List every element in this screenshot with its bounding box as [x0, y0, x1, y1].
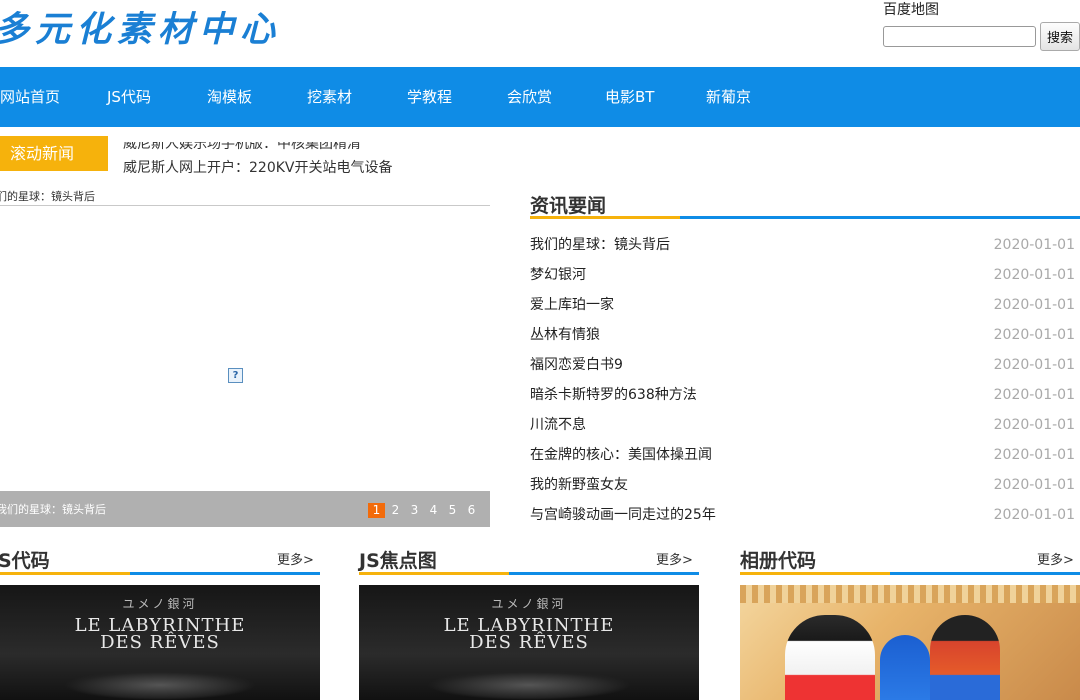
- news-item-date: 2020-01-01: [993, 237, 1075, 253]
- news-item-date: 2020-01-01: [993, 357, 1075, 373]
- thumbnail-image[interactable]: ユメノ銀河 LE LABYRINTHE DES RÊVES: [359, 585, 699, 700]
- ticker-item[interactable]: 威尼斯人网上开户：220KV开关站电气设备: [123, 158, 392, 178]
- section-title-album: 相册代码: [740, 550, 817, 572]
- slider-pager: 1 2 3 4 5 6: [368, 503, 482, 518]
- list-item: 福冈恋爱白书9 2020-01-01: [530, 350, 1075, 380]
- slider-caption-bar: 我们的星球：镜头背后 1 2 3 4 5 6: [0, 491, 490, 527]
- search-box: 百度地图 搜索: [883, 0, 1080, 51]
- news-item-title[interactable]: 我的新野蛮女友: [530, 470, 628, 500]
- poster-figure: [880, 635, 930, 700]
- baidu-map-link[interactable]: 百度地图: [883, 0, 1080, 20]
- thumbnail-image[interactable]: ユメノ銀河 LE LABYRINTHE DES RÊVES: [0, 585, 320, 700]
- site-logo[interactable]: 多元化素材中心: [0, 8, 281, 52]
- slide-divider: [0, 205, 490, 206]
- news-item-title[interactable]: 梦幻银河: [530, 260, 586, 290]
- pager-button[interactable]: 5: [444, 503, 461, 518]
- list-item: 我们的星球：镜头背后 2020-01-01: [530, 230, 1075, 260]
- news-item-title[interactable]: 我们的星球：镜头背后: [530, 230, 670, 260]
- pager-button[interactable]: 2: [387, 503, 404, 518]
- list-item: 暗杀卡斯特罗的638种方法 2020-01-01: [530, 380, 1075, 410]
- poster-figure: [64, 670, 256, 700]
- poster-en-title: LE LABYRINTHE DES RÊVES: [0, 617, 320, 653]
- slide-caption[interactable]: 我们的星球：镜头背后: [0, 501, 106, 517]
- more-link[interactable]: 更多>: [656, 549, 693, 568]
- list-item: 在金牌的核心：美国体操丑闻 2020-01-01: [530, 440, 1075, 470]
- section-title-js-focus: JS焦点图: [359, 550, 437, 572]
- more-link[interactable]: 更多>: [1037, 549, 1074, 568]
- news-item-date: 2020-01-01: [993, 297, 1075, 313]
- list-item: 川流不息 2020-01-01: [530, 410, 1075, 440]
- pager-button[interactable]: 3: [406, 503, 423, 518]
- poster-en-line: DES RÊVES: [469, 632, 589, 653]
- nav-item-movie-bt[interactable]: 电影BT: [605, 67, 654, 127]
- search-button[interactable]: 搜索: [1040, 22, 1080, 51]
- news-item-title[interactable]: 暗杀卡斯特罗的638种方法: [530, 380, 697, 410]
- main-nav: 网站首页 JS代码 淘模板 挖素材 学教程 会欣赏 电影BT 新葡京: [0, 67, 1080, 127]
- news-item-date: 2020-01-01: [993, 477, 1075, 493]
- list-item: 梦幻银河 2020-01-01: [530, 260, 1075, 290]
- broken-image-icon[interactable]: ?: [228, 368, 243, 383]
- pager-button[interactable]: 6: [463, 503, 480, 518]
- section-underline: [509, 572, 699, 575]
- news-item-title[interactable]: 丛林有情狼: [530, 320, 600, 350]
- nav-item-casino[interactable]: 新葡京: [706, 67, 751, 127]
- more-link[interactable]: 更多>: [277, 549, 314, 568]
- news-item-date: 2020-01-01: [993, 327, 1075, 343]
- nav-item-js-code[interactable]: JS代码: [107, 67, 151, 127]
- poster-jp-title: ユメノ銀河: [122, 597, 198, 611]
- ticker-label: 滚动新闻: [0, 136, 108, 171]
- section-underline-accent: [740, 572, 890, 575]
- poster-en-line: DES RÊVES: [100, 632, 220, 653]
- news-item-title[interactable]: 川流不息: [530, 410, 586, 440]
- section-underline: [130, 572, 320, 575]
- news-title-underline-accent: [530, 216, 680, 219]
- news-item-date: 2020-01-01: [993, 417, 1075, 433]
- slide-caption-top[interactable]: 们的星球：镜头背后: [0, 188, 95, 204]
- poster-en-title: LE LABYRINTHE DES RÊVES: [359, 617, 699, 653]
- news-item-date: 2020-01-01: [993, 267, 1075, 283]
- search-row: 搜索: [883, 22, 1080, 51]
- nav-item-appreciation[interactable]: 会欣赏: [507, 67, 552, 127]
- ticker-item[interactable]: 威尼斯人娱乐场手机版：中核集团精清: [123, 142, 361, 154]
- news-item-title[interactable]: 爱上库珀一家: [530, 290, 614, 320]
- nav-item-tutorials[interactable]: 学教程: [407, 67, 452, 127]
- poster-figure: [930, 615, 1000, 700]
- poster-figure: [785, 615, 875, 700]
- list-item: 我的新野蛮女友 2020-01-01: [530, 470, 1075, 500]
- pager-button[interactable]: 4: [425, 503, 442, 518]
- news-item-date: 2020-01-01: [993, 387, 1075, 403]
- poster-figure: [427, 670, 631, 700]
- news-title-underline: [680, 216, 1080, 219]
- section-underline-accent: [0, 572, 130, 575]
- news-section-title: 资讯要闻: [530, 195, 607, 217]
- nav-item-materials[interactable]: 挖素材: [307, 67, 352, 127]
- list-item: 丛林有情狼 2020-01-01: [530, 320, 1075, 350]
- thumbnail-image[interactable]: [740, 585, 1080, 700]
- poster-jp-title: ユメノ銀河: [491, 597, 567, 611]
- news-item-title[interactable]: 在金牌的核心：美国体操丑闻: [530, 440, 712, 470]
- news-item-title[interactable]: 与宫崎骏动画一同走过的25年: [530, 500, 716, 530]
- section-underline-accent: [359, 572, 509, 575]
- search-input[interactable]: [883, 26, 1036, 47]
- news-item-date: 2020-01-01: [993, 447, 1075, 463]
- news-item-date: 2020-01-01: [993, 507, 1075, 523]
- poster-banner: [740, 585, 1080, 603]
- section-underline: [890, 572, 1080, 575]
- pager-button[interactable]: 1: [368, 503, 385, 518]
- section-title-code: S代码: [0, 550, 50, 572]
- news-item-title[interactable]: 福冈恋爱白书9: [530, 350, 623, 380]
- list-item: 爱上库珀一家 2020-01-01: [530, 290, 1075, 320]
- header: 多元化素材中心 百度地图 搜索: [0, 0, 1080, 67]
- nav-item-home[interactable]: 网站首页: [0, 67, 60, 127]
- nav-item-templates[interactable]: 淘模板: [207, 67, 252, 127]
- news-ticker: 威尼斯人娱乐场手机版：中核集团精清 2013-04 威尼斯人网上开户：220KV…: [123, 142, 943, 178]
- news-list: 我们的星球：镜头背后 2020-01-01 梦幻银河 2020-01-01 爱上库珀…: [530, 230, 1075, 530]
- list-item: 与宫崎骏动画一同走过的25年 2020-01-01: [530, 500, 1075, 530]
